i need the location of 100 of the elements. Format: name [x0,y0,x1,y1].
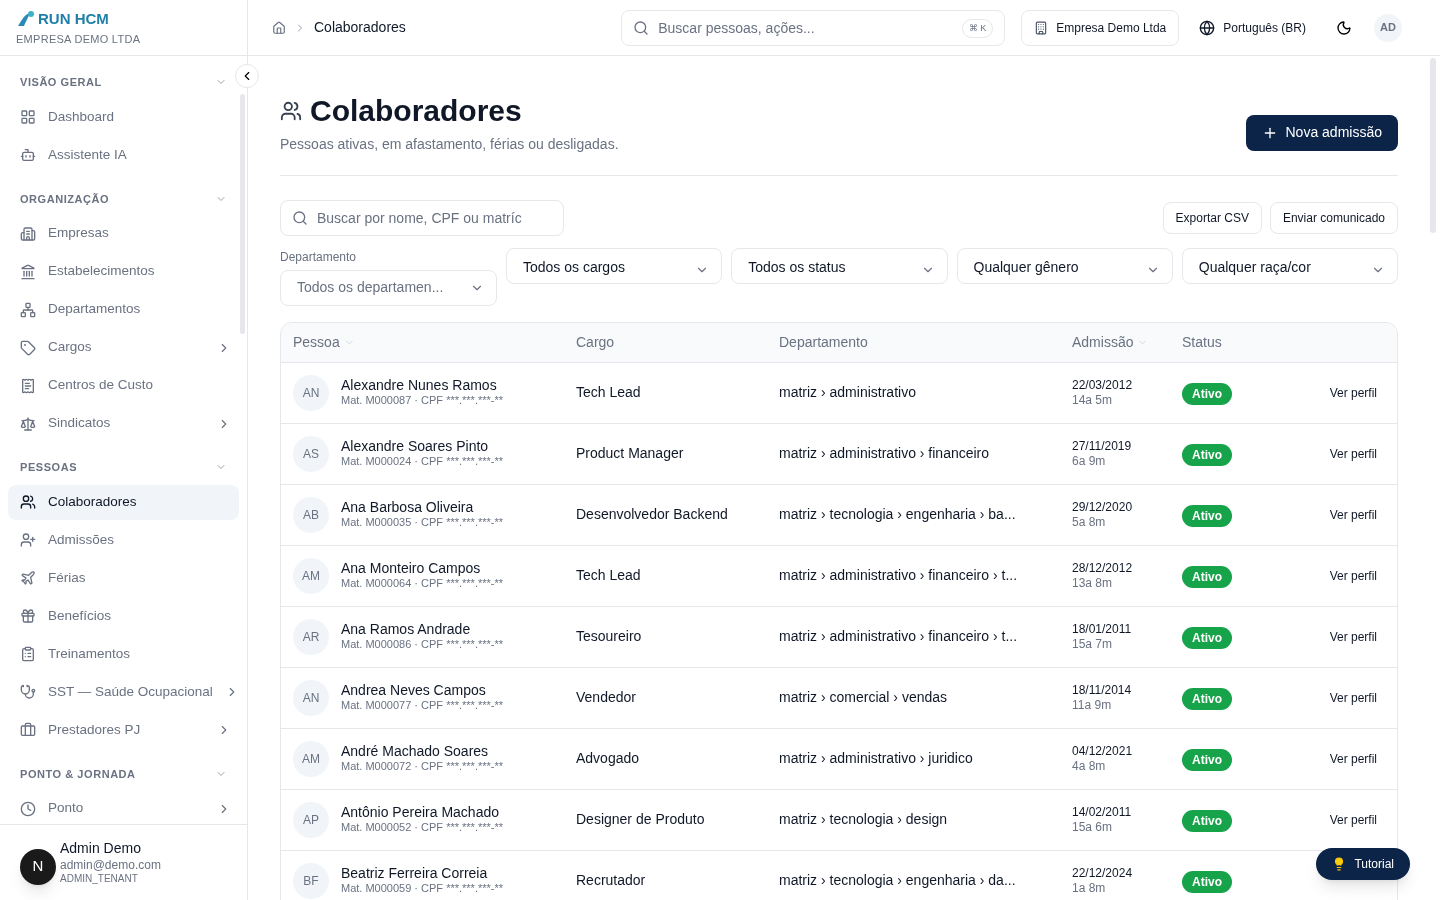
nav-section-header[interactable]: VISÃO GERAL [8,68,239,97]
nav-item[interactable]: Ponto [8,791,239,824]
filter-select[interactable]: Todos os departamen... [280,269,497,306]
company-selector[interactable]: Empresa Demo Ltda [1021,9,1180,46]
view-profile-link[interactable]: Ver perfil [1329,444,1377,463]
status-badge: Ativo [1182,809,1232,832]
tutorial-button[interactable]: Tutorial [1316,848,1410,880]
role-cell-text: Tech Lead [576,383,642,402]
person-name: Ana Barbosa Oliveira [341,498,475,517]
person-name: Ana Ramos Andrade [341,620,472,639]
status-badge: Ativo [1182,626,1232,649]
breadcrumb-current: Colaboradores [314,18,406,37]
user-role: ADMIN_TENANT [60,872,139,885]
nav-item[interactable]: Estabelecimentos [8,254,239,289]
department-cell-text: matriz › comercial › vendas [779,688,949,707]
nav-section-header[interactable]: PONTO & JORNADA [8,759,239,788]
page-title: Colaboradores [310,93,522,129]
nav-item[interactable]: SST — Saúde Ocupacional [8,674,239,710]
nav-item[interactable]: Férias [8,560,239,596]
avatar: AM [293,740,329,777]
search-field[interactable]: Buscar por nome, CPF ou matríc [280,199,564,236]
clock-icon [20,800,36,817]
admission-date: 18/01/2011 [1072,621,1133,637]
nav-item[interactable]: Colaboradores [8,484,239,520]
collapse-sidebar-button[interactable] [235,64,259,88]
admission-date: 14/02/2011 [1072,804,1133,820]
admission-date: 28/12/2012 [1072,560,1134,576]
tenure: 15a 7m [1072,636,1114,652]
tenure: 13a 8m [1072,575,1114,591]
toolbar-button[interactable]: Exportar CSV [1162,201,1262,234]
nav-item[interactable]: Departamentos [8,292,239,327]
nav-item[interactable]: Benefícios [8,598,239,634]
user-email: admin@demo.com [60,857,161,873]
nav-item[interactable]: Prestadores PJ [8,712,239,748]
view-profile-link[interactable]: Ver perfil [1329,627,1377,646]
person-meta: Mat. M000086 · CPF ***.***.***-** [341,638,503,653]
role-cell-text: Advogado [576,749,641,768]
search-icon [633,19,650,36]
role-cell-text: Tech Lead [576,566,642,585]
scale-icon [20,415,36,432]
admission-date: 22/12/2024 [1072,865,1134,881]
department-cell-text: matriz › administrativo › financeiro › t... [779,566,1019,585]
view-profile-link[interactable]: Ver perfil [1329,688,1377,707]
home-icon[interactable] [272,20,286,35]
nav-section-header[interactable]: ORGANIZAÇÃO [8,184,239,213]
column-header[interactable]: Departamento [779,331,868,353]
filter-select[interactable]: Qualquer raça/cor [1181,247,1398,284]
nav-item[interactable]: Centros de Custo [8,368,239,403]
new-admission-button[interactable]: Nova admissão [1245,114,1398,151]
person-name: Alexandre Soares Pinto [341,437,490,456]
users-icon [280,99,302,122]
nav-item[interactable]: Cargos [8,330,239,365]
nav-item[interactable]: Empresas [8,216,239,251]
avatar: AS [293,435,329,472]
column-header[interactable]: Cargo [576,331,615,353]
person-name: André Machado Soares [341,742,490,761]
tenure: 11a 9m [1072,697,1113,713]
scrollbar-thumb[interactable] [240,94,245,334]
nav-item[interactable]: Assistente IA [8,137,239,173]
filter-select[interactable]: Todos os cargos [506,247,723,284]
user-avatar[interactable]: N [20,848,56,885]
nav-item[interactable]: Admissões [8,522,239,558]
person-meta: Mat. M000059 · CPF ***.***.***-** [341,882,503,897]
building-icon [20,225,36,242]
role-cell-text: Recrutador [576,871,647,890]
toolbar-button[interactable]: Enviar comunicado [1269,201,1398,234]
filter-select[interactable]: Qualquer gênero [956,247,1173,284]
scrollbar-thumb[interactable] [1430,58,1436,233]
filter-select[interactable]: Todos os status [731,247,948,284]
admission-date: 22/03/2012 [1072,377,1134,393]
department-cell-text: matriz › administrativo [779,383,917,402]
nav-item[interactable]: Treinamentos [8,636,239,672]
column-header[interactable]: Status [1182,331,1222,353]
role-cell-text: Product Manager [576,444,685,463]
nav-item[interactable]: Sindicatos [8,406,239,441]
tenure: 1a 8m [1072,880,1107,896]
department-cell-text: matriz › administrativo › financeiro [779,444,991,463]
status-badge: Ativo [1182,748,1232,771]
view-profile-link[interactable]: Ver perfil [1329,505,1377,524]
column-header[interactable]: Pessoa [293,331,355,353]
nav-item[interactable]: Dashboard [8,99,239,135]
view-profile-link[interactable]: Ver perfil [1329,749,1377,768]
language-selector[interactable]: Português (BR) [1191,9,1314,46]
stethoscope-icon [20,684,36,700]
tenure: 6a 9m [1072,453,1107,469]
person-meta: Mat. M000077 · CPF ***.***.***-** [341,699,503,714]
status-badge: Ativo [1182,687,1232,710]
column-header[interactable]: Admissão [1072,331,1149,353]
view-profile-link[interactable]: Ver perfil [1329,566,1377,585]
person-meta: Mat. M000064 · CPF ***.***.***-** [341,577,503,592]
view-profile-link[interactable]: Ver perfil [1329,383,1377,402]
view-profile-link[interactable]: Ver perfil [1329,810,1377,829]
admission-date: 18/11/2014 [1072,682,1133,698]
avatar: AR [293,618,329,655]
nav-section-header[interactable]: PESSOAS [8,453,239,482]
clipboard-icon [20,646,36,662]
tenure: 15a 6m [1072,819,1114,835]
user-avatar[interactable]: AD [1374,13,1402,42]
role-cell-text: Vendedor [576,688,637,707]
person-meta: Mat. M000035 · CPF ***.***.***-** [341,516,503,531]
